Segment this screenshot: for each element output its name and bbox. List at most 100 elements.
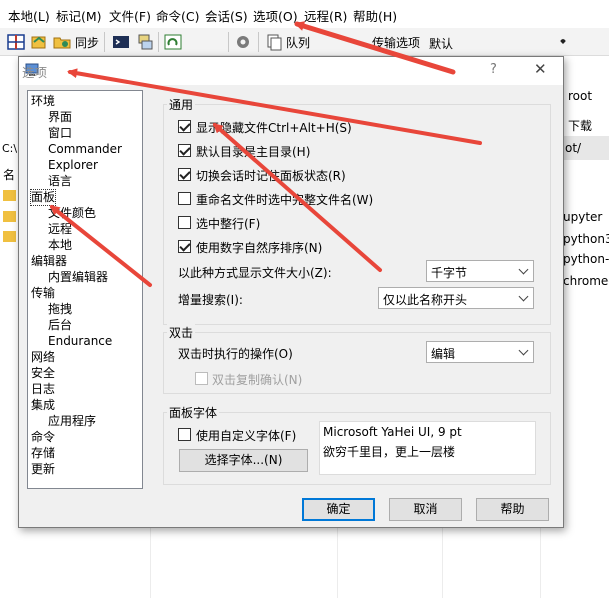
tree-subitem[interactable]: 窗口 xyxy=(48,126,72,141)
tree-subitem[interactable]: 拖拽 xyxy=(48,302,72,317)
file-list-background xyxy=(0,527,609,598)
font-preview: Microsoft YaHei UI, 9 pt 欲穷千里目，更上一层楼 xyxy=(319,421,536,475)
tree-subitem[interactable]: 内置编辑器 xyxy=(48,270,108,285)
select-full-name-label[interactable]: 重命名文件时选中完整文件名(W) xyxy=(196,191,373,208)
incremental-search-label: 增量搜索(I): xyxy=(178,293,243,307)
menu-mark[interactable]: 标记(M) xyxy=(56,6,102,25)
tree-category[interactable]: 编辑器 xyxy=(31,254,67,269)
remote-path-fragment: root xyxy=(568,89,593,103)
sync-label[interactable]: 同步 xyxy=(75,34,99,51)
tree-subitem[interactable]: 后台 xyxy=(48,318,72,333)
full-row-select-label[interactable]: 选中整行(F) xyxy=(196,215,260,232)
show-hidden-checkbox[interactable] xyxy=(178,120,191,133)
preferences-gear-icon[interactable] xyxy=(234,33,252,51)
console-icon[interactable] xyxy=(112,33,130,51)
font-preview-name: Microsoft YaHei UI, 9 pt xyxy=(323,425,462,439)
home-dir-label[interactable]: 默认目录是主目录(H) xyxy=(196,143,310,160)
menu-file[interactable]: 文件(F) xyxy=(109,6,151,25)
menu-remote[interactable]: 远程(R) xyxy=(304,6,347,25)
custom-font-label[interactable]: 使用自定义字体(F) xyxy=(196,427,296,444)
tree-subitem[interactable]: Commander xyxy=(48,142,122,157)
tree-category[interactable]: 集成 xyxy=(31,398,55,413)
putty-icon[interactable] xyxy=(136,33,154,51)
tree-category[interactable]: 安全 xyxy=(31,366,55,381)
panel-font-group-title: 面板字体 xyxy=(167,404,220,421)
transfer-options-label: 传输选项 xyxy=(372,36,421,50)
double-click-operation-select[interactable]: 编辑 xyxy=(426,341,534,363)
transfer-settings-select[interactable]: 默认 xyxy=(424,31,572,52)
chevron-down-icon xyxy=(560,38,566,44)
tree-subitem[interactable]: 界面 xyxy=(48,110,72,125)
file-row-fragment[interactable]: chromed xyxy=(563,274,609,288)
dialog-title: 选项 xyxy=(22,65,48,80)
tree-category[interactable]: 更新 xyxy=(31,462,55,477)
dialog-title-bar: 选项 ? ✕ xyxy=(19,57,563,85)
double-click-copy-confirm-checkbox[interactable] xyxy=(195,372,208,385)
menu-session[interactable]: 会话(S) xyxy=(205,6,248,25)
ok-button[interactable]: 确定 xyxy=(302,498,375,521)
download-button-fragment[interactable]: 下载 xyxy=(568,117,592,134)
chevron-down-icon xyxy=(518,345,529,356)
help-icon[interactable]: ? xyxy=(490,62,497,77)
tree-category[interactable]: 传输 xyxy=(31,286,55,301)
tree-category[interactable]: 日志 xyxy=(31,382,55,397)
tree-category[interactable]: 网络 xyxy=(31,350,55,365)
select-font-button[interactable]: 选择字体...(N) xyxy=(179,449,308,472)
queue-label[interactable]: 队列 xyxy=(286,34,310,51)
menu-command[interactable]: 命令(C) xyxy=(156,6,199,25)
tree-subitem[interactable]: Endurance xyxy=(48,334,112,349)
natural-sort-label[interactable]: 使用数字自然序排序(N) xyxy=(196,239,322,256)
remember-panel-state-label[interactable]: 切换会话时记住面板状态(R) xyxy=(196,167,346,184)
file-size-format-select[interactable]: 千字节 xyxy=(426,260,534,282)
file-row-fragment[interactable]: python38 xyxy=(563,232,609,246)
local-path-fragment: C:\ xyxy=(2,142,18,155)
file-row-fragment[interactable]: python-t xyxy=(563,252,609,266)
toolbar: 同步 队列 传输选项 默认 xyxy=(0,28,609,56)
menu-local[interactable]: 本地(L) xyxy=(8,6,50,25)
tree-subitem[interactable]: 语言 xyxy=(48,174,72,189)
refresh-icon[interactable] xyxy=(164,33,182,51)
folder-sync-icon[interactable] xyxy=(53,33,71,51)
double-click-operation-label: 双击时执行的操作(O) xyxy=(178,347,293,361)
folder-icon xyxy=(3,190,16,201)
queue-icon[interactable] xyxy=(265,33,283,51)
select-full-name-checkbox[interactable] xyxy=(178,192,191,205)
remote-dir-fragment: ot/ xyxy=(565,141,582,155)
show-hidden-label[interactable]: 显示隐藏文件Ctrl+Alt+H(S) xyxy=(196,119,352,136)
compare-directories-icon[interactable] xyxy=(7,33,25,51)
font-preview-sample: 欲穷千里目，更上一层楼 xyxy=(323,445,456,459)
menu-help[interactable]: 帮助(H) xyxy=(353,6,397,25)
help-button[interactable]: 帮助 xyxy=(476,498,549,521)
options-tree: 环境 界面 窗口 Commander Explorer 语言 面板 文件颜色 远程 本地 编辑器 内置… xyxy=(27,90,143,489)
tree-subitem[interactable]: Explorer xyxy=(48,158,98,173)
chevron-down-icon xyxy=(518,264,529,275)
natural-sort-checkbox[interactable] xyxy=(178,240,191,253)
tree-item-selected[interactable]: 面板 xyxy=(29,189,57,206)
left-panel-background: C:\ 名 xyxy=(0,56,18,598)
incremental-search-select[interactable]: 仅以此名称开头 xyxy=(378,287,534,309)
options-dialog: 选项 ? ✕ 环境 界面 窗口 Commander Explorer 语言 面板 文件颜色 远程… xyxy=(18,56,564,528)
double-click-copy-confirm-label: 双击复制确认(N) xyxy=(212,373,303,387)
tree-category[interactable]: 存储 xyxy=(31,446,55,461)
menu-bar: 本地(L) 标记(M) 文件(F) 命令(C) 会话(S) 选项(O) 远程(R… xyxy=(0,0,609,28)
file-row-fragment[interactable]: upyter xyxy=(563,210,602,224)
full-row-select-checkbox[interactable] xyxy=(178,216,191,229)
folder-icon xyxy=(3,231,16,242)
tree-subitem[interactable]: 本地 xyxy=(48,238,72,253)
custom-font-checkbox[interactable] xyxy=(178,428,191,441)
tree-subitem[interactable]: 文件颜色 xyxy=(48,206,96,221)
file-size-format-label: 以此种方式显示文件大小(Z): xyxy=(178,266,332,280)
close-icon[interactable]: ✕ xyxy=(534,60,547,78)
synchronize-browsing-icon[interactable] xyxy=(30,33,48,51)
remember-panel-state-checkbox[interactable] xyxy=(178,168,191,181)
tree-category[interactable]: 环境 xyxy=(31,94,55,109)
tree-category[interactable]: 命令 xyxy=(31,430,55,445)
menu-options[interactable]: 选项(O) xyxy=(253,6,298,25)
tree-subitem[interactable]: 远程 xyxy=(48,222,72,237)
tree-subitem[interactable]: 应用程序 xyxy=(48,414,96,429)
home-dir-checkbox[interactable] xyxy=(178,144,191,157)
general-group-title: 通用 xyxy=(167,96,196,113)
double-click-group-title: 双击 xyxy=(167,324,196,341)
cancel-button[interactable]: 取消 xyxy=(389,498,462,521)
folder-icon xyxy=(3,211,16,222)
